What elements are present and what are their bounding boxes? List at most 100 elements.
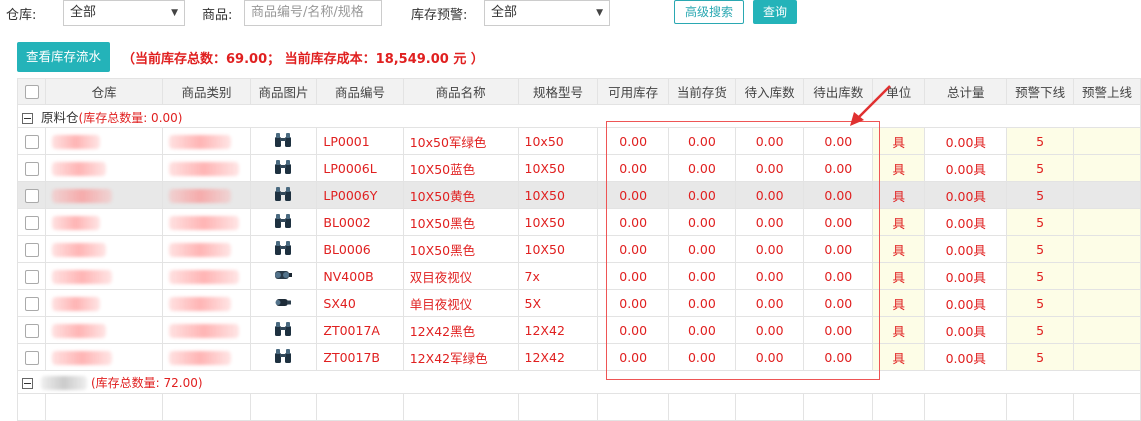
- row-checkbox[interactable]: [24, 350, 39, 365]
- warehouse-select[interactable]: 全部 ▼: [63, 0, 185, 26]
- row-checkbox[interactable]: [24, 269, 39, 284]
- redacted-text: [52, 296, 101, 311]
- binocular-icon[interactable]: [274, 213, 292, 232]
- group-cell[interactable]: (库存总数量: 72.00): [17, 370, 1141, 394]
- binocular-icon[interactable]: [274, 159, 292, 178]
- row-checkbox-cell[interactable]: [16, 127, 47, 155]
- row-checkbox-cell[interactable]: [16, 235, 47, 263]
- column-header[interactable]: 商品图片: [249, 78, 318, 105]
- table-row[interactable]: BL0002 10X50黑色 10X50 0.00 0.00 0.00 0.00 具 0.00具…: [16, 208, 1141, 236]
- column-header[interactable]: 当前存货: [667, 78, 736, 105]
- table-row[interactable]: SX40 单目夜视仪 5X 0.00 0.00 0.00 0.00 具 0.00具 5: [16, 289, 1141, 317]
- monocular-icon[interactable]: [274, 295, 292, 312]
- binocular-icon[interactable]: [274, 348, 292, 367]
- row-checkbox[interactable]: [24, 323, 39, 338]
- product-image-cell[interactable]: [249, 127, 318, 155]
- row-checkbox[interactable]: [24, 215, 39, 230]
- table-body: 原料仓(库存总数量: 0.00) LP0001 10x50军绿色 10x50 0.00 0…: [16, 104, 1141, 421]
- alert-low-cell: 5: [1006, 127, 1075, 155]
- select-all-checkbox[interactable]: [24, 85, 39, 100]
- view-stock-flow-button[interactable]: 查看库存流水: [17, 42, 110, 72]
- select-all-cell[interactable]: [16, 78, 47, 105]
- binocular-icon[interactable]: [274, 321, 292, 340]
- alert-high-cell: [1073, 289, 1141, 317]
- row-checkbox[interactable]: [24, 161, 39, 176]
- row-checkbox-cell[interactable]: [16, 289, 47, 317]
- table-row[interactable]: LP0006L 10X50蓝色 10X50 0.00 0.00 0.00 0.00 具 0.00…: [16, 154, 1141, 182]
- collapse-icon[interactable]: [22, 112, 33, 124]
- row-checkbox-cell[interactable]: [16, 154, 47, 182]
- night-vision-icon[interactable]: [273, 268, 293, 285]
- pending-in-cell: 0.00: [734, 154, 805, 182]
- product-image-cell[interactable]: [249, 154, 318, 182]
- column-header[interactable]: 商品类别: [162, 78, 251, 105]
- spec-cell: 10X50: [517, 181, 599, 209]
- redacted-text: [169, 269, 240, 284]
- current-stock-cell: 0.00: [667, 343, 736, 371]
- partial-cell: [803, 393, 874, 421]
- redacted-text: [169, 350, 232, 365]
- column-header[interactable]: 总计量: [924, 78, 1008, 105]
- product-image-cell[interactable]: [249, 343, 318, 371]
- column-header[interactable]: 可用库存: [597, 78, 669, 105]
- spec-cell: 7x: [517, 262, 599, 290]
- unit-cell: 具: [872, 316, 926, 344]
- row-checkbox-cell[interactable]: [16, 316, 47, 344]
- product-image-cell[interactable]: [249, 181, 318, 209]
- product-image-cell[interactable]: [249, 235, 318, 263]
- pending-in-cell: 0.00: [734, 343, 805, 371]
- row-checkbox-cell[interactable]: [16, 262, 47, 290]
- table-row[interactable]: LP0006Y 10X50黄色 10X50 0.00 0.00 0.00 0.00 具 0.00…: [16, 181, 1141, 209]
- total-measure-cell: 0.00具: [924, 343, 1008, 371]
- row-checkbox[interactable]: [24, 296, 39, 311]
- table-row[interactable]: [16, 393, 1141, 421]
- table-row[interactable]: LP0001 10x50军绿色 10x50 0.00 0.00 0.00 0.00 具 0.00…: [16, 127, 1141, 155]
- caret-down-icon: ▼: [171, 8, 178, 18]
- row-checkbox-cell[interactable]: [16, 181, 47, 209]
- advanced-search-button[interactable]: 高级搜索: [674, 0, 745, 24]
- product-image-cell[interactable]: [249, 262, 318, 290]
- row-checkbox[interactable]: [24, 242, 39, 257]
- column-header[interactable]: 预警下线: [1006, 78, 1075, 105]
- spec-cell: 12X42: [517, 343, 599, 371]
- column-header[interactable]: 商品编号: [316, 78, 404, 105]
- redacted-text: [52, 350, 113, 365]
- column-header[interactable]: 商品名称: [402, 78, 519, 105]
- current-stock-cell: 0.00: [667, 154, 736, 182]
- group-name: 原料仓: [41, 109, 79, 125]
- group-row[interactable]: (库存总数量: 72.00): [17, 370, 1141, 394]
- binocular-icon[interactable]: [274, 186, 292, 205]
- group-cell[interactable]: 原料仓(库存总数量: 0.00): [17, 104, 1141, 128]
- binocular-icon[interactable]: [274, 240, 292, 259]
- category-cell: [162, 208, 251, 236]
- column-header[interactable]: 预警上线: [1073, 78, 1141, 105]
- goods-search-input[interactable]: 商品编号/名称/规格: [244, 0, 382, 26]
- available-stock-cell: 0.00: [597, 262, 669, 290]
- row-checkbox[interactable]: [24, 134, 39, 149]
- warehouse-cell: [45, 343, 164, 371]
- row-checkbox[interactable]: [24, 188, 39, 203]
- product-image-cell[interactable]: [249, 316, 318, 344]
- partial-cell: [316, 393, 404, 421]
- product-image-cell[interactable]: [249, 208, 318, 236]
- column-header[interactable]: 规格型号: [517, 78, 599, 105]
- total-measure-cell: 0.00具: [924, 262, 1008, 290]
- stock-alert-label: 库存预警:: [411, 8, 468, 23]
- group-row[interactable]: 原料仓(库存总数量: 0.00): [17, 104, 1141, 128]
- table-row[interactable]: BL0006 10X50黑色 10X50 0.00 0.00 0.00 0.00 具 0.00具…: [16, 235, 1141, 263]
- table-row[interactable]: ZT0017A 12X42黑色 12X42 0.00 0.00 0.00 0.00 具 0.00…: [16, 316, 1141, 344]
- table-row[interactable]: NV400B 双目夜视仪 7x 0.00 0.00 0.00 0.00 具 0.00具 5: [16, 262, 1141, 290]
- partial-cell: [162, 393, 251, 421]
- binocular-icon[interactable]: [274, 132, 292, 151]
- collapse-icon[interactable]: [22, 377, 33, 389]
- product-name-cell: 10X50黑色: [402, 235, 519, 263]
- column-header[interactable]: 待入库数: [734, 78, 805, 105]
- query-button[interactable]: 查询: [753, 0, 798, 24]
- column-header[interactable]: 仓库: [45, 78, 164, 105]
- stock-alert-select[interactable]: 全部 ▼: [484, 0, 610, 26]
- row-checkbox-cell[interactable]: [16, 343, 47, 371]
- row-checkbox-cell[interactable]: [16, 208, 47, 236]
- table-row[interactable]: ZT0017B 12X42军绿色 12X42 0.00 0.00 0.00 0.00 具 0.0…: [16, 343, 1141, 371]
- current-stock-cell: 0.00: [667, 235, 736, 263]
- product-image-cell[interactable]: [249, 289, 318, 317]
